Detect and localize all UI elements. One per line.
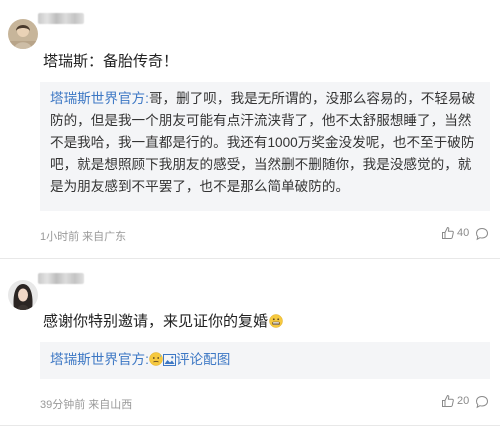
avatar[interactable] <box>8 280 38 310</box>
comment-meta: 1小时前 来自广东 <box>40 231 127 243</box>
quoted-reply: 塔瑞斯世界官方: 评论配图 <box>40 342 490 379</box>
quoted-reply: 塔瑞斯世界官方:哥，删了呗，我是无所谓的，没那么容易的，不轻易破防的，但是我一个… <box>40 82 490 211</box>
image-icon <box>162 354 176 366</box>
quote-text: 哥，删了呗，我是无所谓的，没那么容易的，不轻易破防的，但是我一个朋友可能有点汗流… <box>50 91 476 194</box>
comment-image-label: 评论配图 <box>175 352 231 367</box>
like-count: 20 <box>457 395 470 407</box>
comment-text: 塔瑞斯：备胎传奇！ <box>43 53 179 70</box>
quote-author-link[interactable]: 塔瑞斯世界官方: <box>50 352 149 367</box>
reply-bubble-icon[interactable] <box>475 227 489 241</box>
thumbs-up-icon <box>442 227 454 239</box>
avatar[interactable] <box>8 19 38 49</box>
comment-text: 感谢你特别邀请，来见证你的复婚 <box>43 310 283 331</box>
avatar-icon <box>8 19 38 49</box>
grimace-emoji-icon <box>269 314 283 328</box>
divider <box>0 425 500 426</box>
username-redacted <box>38 13 84 24</box>
avatar-icon <box>8 280 38 310</box>
comment-image-link[interactable]: 评论配图 <box>162 352 231 367</box>
nervous-emoji-icon <box>149 352 163 366</box>
username-redacted <box>38 273 84 284</box>
like-button[interactable]: 40 <box>441 226 469 240</box>
like-count: 40 <box>457 227 470 239</box>
comment-item: 感谢你特别邀请，来见证你的复婚 塔瑞斯世界官方: 评论配图 39分钟前 来自山西… <box>0 259 500 440</box>
like-button[interactable]: 20 <box>441 394 469 408</box>
comment-meta: 39分钟前 来自山西 <box>40 399 133 411</box>
reply-bubble-icon[interactable] <box>475 395 489 409</box>
thumbs-up-icon <box>442 395 454 407</box>
quote-author-link[interactable]: 塔瑞斯世界官方: <box>50 91 149 106</box>
comment-item: 塔瑞斯：备胎传奇！ 塔瑞斯世界官方:哥，删了呗，我是无所谓的，没那么容易的，不轻… <box>0 0 500 258</box>
